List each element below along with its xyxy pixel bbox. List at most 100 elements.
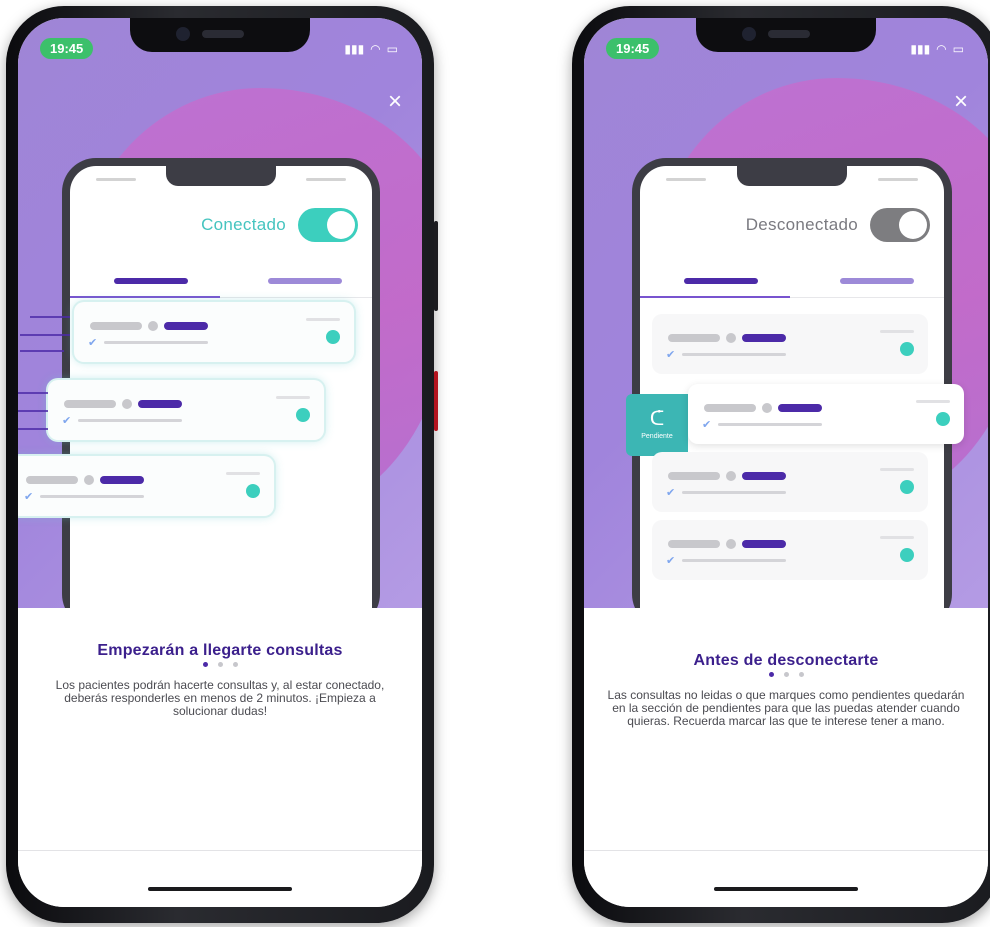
onboarding-text-panel: Empezarán a llegarte consultas Los pacie… — [18, 608, 422, 907]
tab-active-placeholder[interactable] — [114, 278, 188, 284]
consultation-card[interactable]: ✔ — [652, 452, 928, 512]
inner-notch — [166, 166, 276, 186]
hero-illustration: Conectado ✔ ✔ ✔ — [18, 18, 422, 608]
motion-line — [18, 392, 48, 394]
unread-dot — [326, 330, 340, 344]
placeholder-dot — [726, 471, 736, 481]
motion-line — [18, 428, 48, 430]
device-notch — [130, 18, 310, 52]
page-indicator[interactable] — [584, 672, 988, 677]
consultation-card[interactable]: ✔ — [652, 520, 928, 580]
placeholder-bar — [742, 472, 786, 480]
placeholder-bar — [104, 341, 208, 344]
unread-dot — [246, 484, 260, 498]
inner-status-bar — [96, 178, 136, 181]
tab-active-placeholder[interactable] — [684, 278, 758, 284]
placeholder-bar — [880, 468, 914, 471]
placeholder-bar — [40, 495, 144, 498]
page-dot[interactable] — [202, 662, 208, 667]
phone-frame-left: Conectado ✔ ✔ ✔ 19:45 ▮▮▮ ◠ ▭ × Empezará… — [6, 6, 438, 923]
page-dot[interactable] — [783, 672, 789, 677]
tab-indicator — [70, 296, 220, 298]
pending-icon: ᑕ̇ — [649, 408, 665, 430]
check-icon: ✔ — [666, 349, 676, 361]
inner-tabs — [70, 264, 372, 298]
check-icon: ✔ — [702, 419, 712, 431]
placeholder-dot — [726, 333, 736, 343]
consultation-card-swiped[interactable]: ✔ — [688, 384, 964, 444]
consultation-card[interactable]: ✔ — [48, 380, 324, 440]
tab-placeholder[interactable] — [268, 278, 342, 284]
onboarding-description: Las consultas no leidas o que marques co… — [607, 688, 965, 728]
inner-phone-screen: Conectado ✔ ✔ ✔ — [18, 166, 372, 608]
wifi-icon: ◠ — [936, 42, 947, 56]
status-icons: ▮▮▮ ◠ ▭ — [344, 42, 398, 56]
consultation-card[interactable]: ✔ — [74, 302, 354, 362]
page-indicator[interactable] — [18, 662, 422, 667]
phone-screen: Conectado ✔ ✔ ✔ 19:45 ▮▮▮ ◠ ▭ × Empezará… — [18, 18, 422, 907]
check-icon: ✔ — [666, 487, 676, 499]
placeholder-bar — [668, 472, 720, 480]
placeholder-bar — [682, 491, 786, 494]
inner-status-bar — [306, 178, 346, 181]
placeholder-bar — [90, 322, 142, 330]
side-button — [434, 221, 438, 311]
home-indicator[interactable] — [714, 887, 858, 891]
camera-icon — [742, 27, 756, 41]
inner-status-bar — [878, 178, 918, 181]
motion-line — [20, 334, 70, 336]
inner-notch — [737, 166, 847, 186]
close-icon[interactable]: × — [954, 88, 968, 116]
placeholder-bar — [778, 404, 822, 412]
page-dot[interactable] — [217, 662, 223, 667]
consultation-card[interactable]: ✔ — [652, 314, 928, 374]
pending-swipe-action[interactable]: ᑕ̇ Pendiente — [626, 394, 688, 456]
placeholder-bar — [668, 540, 720, 548]
speaker-grille — [768, 30, 810, 38]
placeholder-bar — [880, 536, 914, 539]
consultation-card[interactable]: ✔ — [18, 456, 274, 516]
connection-switch[interactable] — [870, 208, 930, 242]
page-dot[interactable] — [232, 662, 238, 667]
placeholder-bar — [306, 318, 340, 321]
placeholder-bar — [682, 353, 786, 356]
placeholder-bar — [276, 396, 310, 399]
tab-placeholder[interactable] — [840, 278, 914, 284]
connection-toggle-row: Conectado — [201, 208, 358, 242]
tab-indicator — [640, 296, 790, 298]
battery-icon: ▭ — [386, 42, 398, 56]
connection-switch[interactable] — [298, 208, 358, 242]
placeholder-bar — [704, 404, 756, 412]
divider — [18, 850, 422, 851]
connection-toggle-row: Desconectado — [746, 208, 930, 242]
side-button-red — [434, 371, 438, 431]
placeholder-bar — [682, 559, 786, 562]
inner-tabs — [640, 264, 944, 298]
page-dot[interactable] — [798, 672, 804, 677]
onboarding-title: Antes de desconectarte — [693, 652, 879, 669]
page-dot[interactable] — [768, 672, 774, 677]
check-icon: ✔ — [24, 491, 34, 503]
divider — [584, 850, 988, 851]
check-icon: ✔ — [88, 337, 98, 349]
onboarding-text-panel: Antes de desconectarte Las consultas no … — [584, 608, 988, 907]
speaker-grille — [202, 30, 244, 38]
device-notch — [696, 18, 876, 52]
wifi-icon: ◠ — [370, 42, 381, 56]
unread-dot — [900, 480, 914, 494]
home-indicator[interactable] — [148, 887, 292, 891]
unread-dot — [900, 342, 914, 356]
placeholder-bar — [880, 330, 914, 333]
phone-frame-right: Desconectado ✔ ᑕ̇ Pendiente ✔ ✔ ✔ 19:45 … — [572, 6, 990, 923]
battery-icon: ▭ — [952, 42, 964, 56]
placeholder-bar — [164, 322, 208, 330]
placeholder-bar — [718, 423, 822, 426]
toggle-label: Desconectado — [745, 215, 858, 234]
hero-illustration: Desconectado ✔ ᑕ̇ Pendiente ✔ ✔ ✔ — [584, 18, 988, 608]
motion-line — [30, 316, 70, 318]
placeholder-bar — [742, 540, 786, 548]
close-icon[interactable]: × — [388, 88, 402, 116]
inner-status-bar — [666, 178, 706, 181]
placeholder-bar — [742, 334, 786, 342]
unread-dot — [900, 548, 914, 562]
